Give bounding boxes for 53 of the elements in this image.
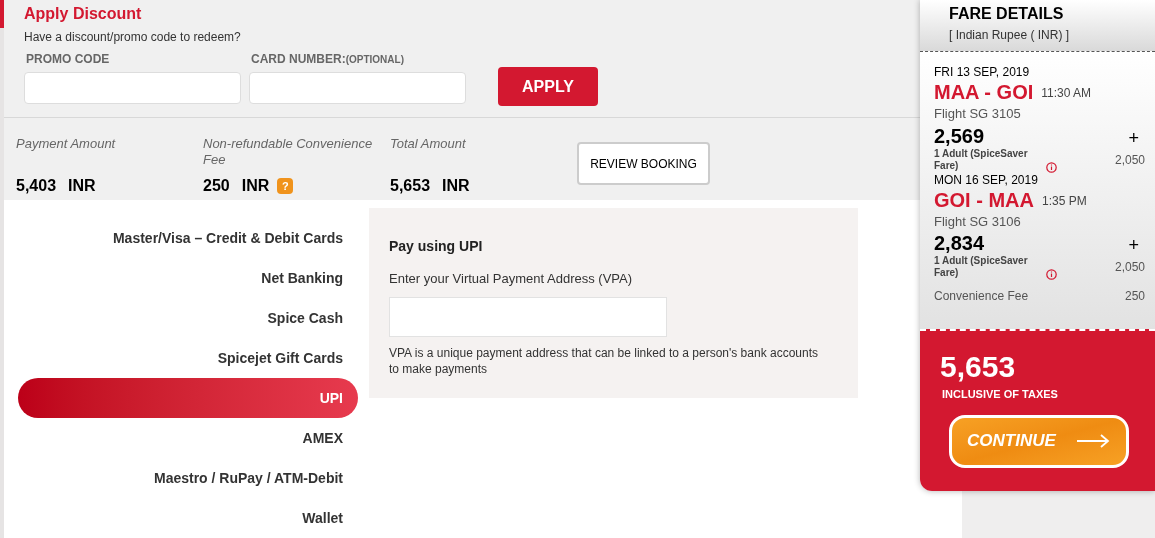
vpa-field[interactable] [389, 296, 667, 337]
flight-time: 1:35 PM [1042, 192, 1087, 210]
card-number-field[interactable] [249, 72, 466, 104]
arrow-right-icon [1075, 434, 1110, 448]
currency-label: [ Indian Rupee ( INR) ] [949, 27, 1071, 44]
passenger-price: 2,050 [1114, 151, 1145, 169]
currency: INR [241, 176, 270, 196]
flight-time: 11:30 AM [1041, 85, 1092, 102]
expand-button[interactable]: + [1128, 235, 1139, 255]
payment-method-tab[interactable]: Net Banking [18, 258, 358, 298]
route: GOI - MAA [934, 187, 1034, 212]
payment-method-tab[interactable]: Spicejet Gift Cards [18, 338, 358, 378]
flight-price: 2,834 [934, 231, 985, 255]
amount-value: 5,403 [16, 176, 57, 196]
flight-price: 2,569 [934, 123, 985, 148]
payment-method-tab[interactable]: Wallet [18, 498, 358, 538]
amount-value: 5,653 [390, 176, 431, 196]
amount-label: Total Amount [390, 136, 467, 152]
apply-button[interactable]: APPLY [498, 67, 598, 106]
total-note: INCLUSIVE OF TAXES [942, 387, 1059, 402]
info-icon[interactable] [1046, 161, 1057, 173]
currency: INR [442, 176, 470, 196]
route: MAA - GOI [934, 80, 1034, 104]
passenger-price: 2,050 [1114, 259, 1145, 276]
fee-label: Convenience Fee [934, 288, 1029, 305]
fare-title: FARE DETAILS [949, 4, 1065, 24]
payment-method-tab[interactable]: Spice Cash [18, 298, 358, 338]
payment-method-tab[interactable]: AMEX [18, 418, 358, 458]
flight-number: Flight SG 3106 [934, 212, 1022, 231]
fee-value: 250 [1124, 288, 1145, 305]
payment-method-tab[interactable]: UPI [18, 378, 358, 418]
amount-label: Non-refundable Convenience Fee [203, 136, 374, 168]
payment-method-tab[interactable]: Master/Visa – Credit & Debit Cards [18, 218, 358, 258]
vpa-note: VPA is a unique payment address that can be linked to a person's bank accounts to make payments [389, 344, 819, 377]
passenger-fare: 1 Adult (SpiceSaver Fare) [934, 255, 1029, 279]
expand-button[interactable]: + [1128, 127, 1139, 148]
amount-label: Payment Amount [16, 136, 117, 152]
subtitle: Have a discount/promo code to redeem? [24, 29, 241, 46]
field-label: Enter your Virtual Payment Address (VPA) [389, 270, 633, 288]
total-amount: 5,653 [940, 351, 1017, 383]
payment-method-tab[interactable]: Maestro / RuPay / ATM-Debit [18, 458, 358, 498]
field-label: PROMO CODE [26, 51, 111, 68]
flight-number: Flight SG 3105 [934, 105, 1022, 123]
amount-value: 250 [203, 176, 230, 196]
flight-date: MON 16 SEP, 2019 [934, 171, 1039, 188]
passenger-fare: 1 Adult (SpiceSaver Fare) [934, 147, 1029, 172]
panel-title: Pay using UPI [389, 237, 484, 256]
promo-code-field[interactable] [24, 72, 241, 104]
field-label: CARD NUMBER:(OPTIONAL) [251, 51, 405, 68]
flight-date: FRI 13 SEP, 2019 [934, 64, 1031, 80]
info-icon[interactable] [1046, 269, 1057, 280]
review-booking-button[interactable]: REVIEW BOOKING [577, 142, 710, 185]
currency: INR [68, 176, 96, 196]
